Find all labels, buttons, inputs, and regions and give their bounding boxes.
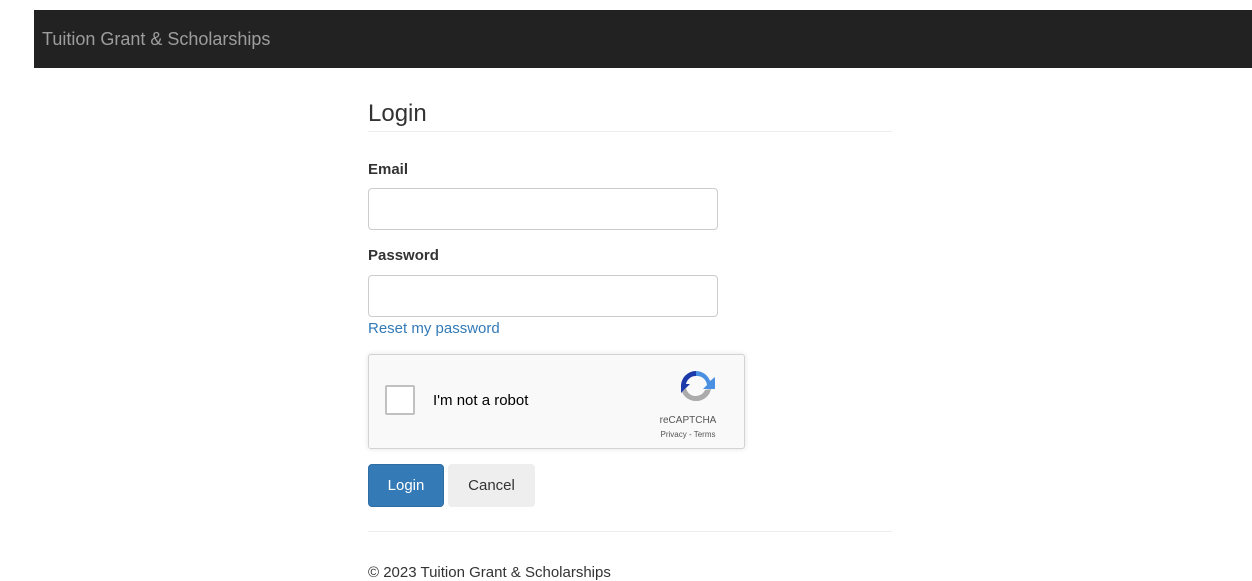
password-field[interactable]: [368, 275, 718, 317]
recaptcha-checkbox[interactable]: [385, 385, 415, 415]
recaptcha-brand: reCAPTCHA: [659, 415, 717, 426]
recaptcha-privacy-terms[interactable]: Privacy - Terms: [648, 430, 728, 439]
reset-password-link[interactable]: Reset my password: [368, 320, 500, 337]
page-title: Login: [368, 100, 427, 127]
title-divider: [368, 131, 892, 132]
top-navbar: Tuition Grant & Scholarships: [34, 10, 1252, 68]
login-button[interactable]: Login: [368, 464, 444, 507]
password-label: Password: [368, 247, 439, 264]
recaptcha-widget: I'm not a robot reCAPTCHA Privacy - Term…: [368, 354, 745, 449]
email-field[interactable]: [368, 188, 718, 230]
recaptcha-label: I'm not a robot: [433, 392, 529, 409]
email-label: Email: [368, 161, 409, 178]
navbar-brand[interactable]: Tuition Grant & Scholarships: [42, 29, 270, 50]
cancel-button[interactable]: Cancel: [448, 464, 535, 507]
recaptcha-logo-icon: [680, 370, 715, 402]
footer-divider: [368, 531, 892, 532]
footer-copyright: © 2023 Tuition Grant & Scholarships: [368, 564, 611, 581]
